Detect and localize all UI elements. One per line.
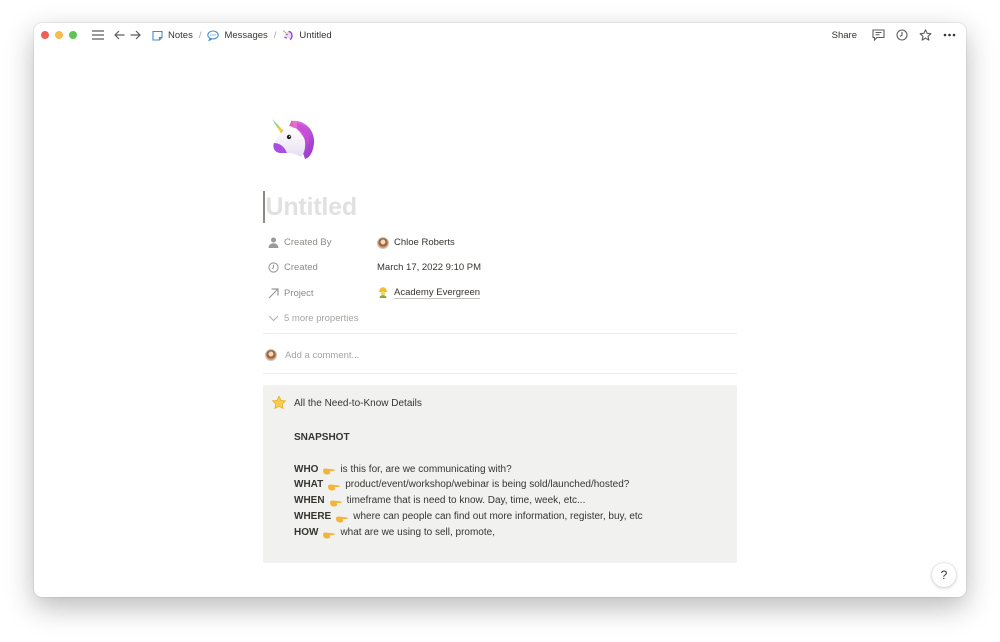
item-key: HOW xyxy=(294,526,319,538)
item-text: is this for, are we communicating with? xyxy=(340,463,512,475)
pointing-hand-icon xyxy=(328,481,340,491)
maximize-window-button[interactable] xyxy=(69,31,77,39)
breadcrumb-untitled[interactable]: Untitled xyxy=(280,28,333,42)
avatar xyxy=(377,236,389,249)
callout-body: SNAPSHOT WHO is this for, are we communi… xyxy=(294,430,643,541)
item-text: where can people can find out more infor… xyxy=(353,510,643,522)
add-comment-input[interactable]: Add a comment... xyxy=(265,347,735,363)
property-created-by: Created By Chloe Roberts xyxy=(263,230,737,255)
text-caret xyxy=(263,191,265,223)
item-text: what are we using to sell, promote, xyxy=(340,526,495,538)
close-window-button[interactable] xyxy=(41,31,49,39)
breadcrumb: Notes / Messages / Untitled xyxy=(149,28,334,42)
more-properties-button[interactable]: 5 more properties xyxy=(263,313,358,325)
list-item: WHERE where can people can find out more… xyxy=(294,509,643,525)
sidebar-menu-icon[interactable] xyxy=(91,30,105,40)
property-value[interactable]: Academy Evergreen xyxy=(377,286,481,301)
project-link[interactable]: Academy Evergreen xyxy=(394,287,481,300)
share-button[interactable]: Share xyxy=(832,30,857,41)
app-window: Notes / Messages / Untitled Share Untitl… xyxy=(34,23,966,597)
forward-arrow-icon[interactable] xyxy=(129,30,141,40)
minimize-window-button[interactable] xyxy=(55,31,63,39)
favorite-star-icon[interactable] xyxy=(919,29,932,41)
item-key: WHERE xyxy=(294,510,332,522)
item-key: WHAT xyxy=(294,479,324,491)
pointing-hand-icon xyxy=(336,513,348,523)
list-item: WHAT product/event/workshop/webinar is b… xyxy=(294,477,643,493)
person-icon xyxy=(267,237,279,249)
property-key[interactable]: Created By xyxy=(263,237,377,249)
pointing-hand-icon xyxy=(323,529,336,539)
notes-page-icon xyxy=(151,29,163,41)
breadcrumb-separator: / xyxy=(273,29,277,41)
item-key: WHO xyxy=(294,463,319,475)
property-key-label: Created xyxy=(284,262,318,274)
chevron-down-icon xyxy=(267,313,279,325)
more-properties-toggle[interactable]: 5 more properties xyxy=(263,306,737,331)
item-key: WHEN xyxy=(294,495,325,507)
breadcrumb-label: Untitled xyxy=(299,29,332,41)
item-text: product/event/workshop/webinar is being … xyxy=(345,479,630,491)
breadcrumb-notes[interactable]: Notes xyxy=(149,28,195,42)
property-value[interactable]: Chloe Roberts xyxy=(377,236,455,249)
back-arrow-icon[interactable] xyxy=(113,30,125,40)
property-key-label: Created By xyxy=(284,237,332,249)
breadcrumb-separator: / xyxy=(198,29,202,41)
divider xyxy=(263,333,737,334)
top-bar: Notes / Messages / Untitled Share xyxy=(34,23,966,47)
callout-block[interactable]: All the Need-to-Know Details SNAPSHOT WH… xyxy=(263,385,737,563)
pointing-hand-icon xyxy=(323,465,336,475)
page-title[interactable]: Untitled xyxy=(266,193,358,222)
unicorn-icon xyxy=(282,29,294,41)
comments-icon[interactable] xyxy=(872,29,885,41)
list-item: WHO is this for, are we communicating wi… xyxy=(294,462,643,478)
avatar xyxy=(265,349,277,361)
title-field[interactable]: Untitled xyxy=(263,190,357,224)
breadcrumb-label: Notes xyxy=(168,29,193,41)
property-key[interactable]: Created xyxy=(263,262,377,274)
window-controls xyxy=(41,31,77,39)
comment-placeholder: Add a comment... xyxy=(285,349,360,361)
divider xyxy=(263,373,737,374)
top-actions: Share xyxy=(832,23,956,47)
item-text: timeframe that is need to know. Day, tim… xyxy=(346,495,586,507)
properties-list: Created By Chloe Roberts Created March 1… xyxy=(263,230,737,331)
property-key[interactable]: Project xyxy=(263,287,377,299)
property-value-text: Chloe Roberts xyxy=(394,237,455,249)
clock-icon xyxy=(267,262,279,274)
construction-worker-emoji-icon xyxy=(377,286,389,301)
more-dots-icon[interactable] xyxy=(943,33,956,37)
speech-bubble-icon xyxy=(207,29,220,41)
star-emoji-icon[interactable] xyxy=(271,395,287,411)
breadcrumb-messages[interactable]: Messages xyxy=(205,28,269,42)
help-button[interactable]: ? xyxy=(932,563,956,587)
list-item: WHEN timeframe that is need to know. Day… xyxy=(294,493,643,509)
breadcrumb-label: Messages xyxy=(224,29,268,41)
property-value[interactable]: March 17, 2022 9:10 PM xyxy=(377,262,481,273)
snapshot-heading: SNAPSHOT xyxy=(294,432,350,443)
property-created: Created March 17, 2022 9:10 PM xyxy=(263,255,737,280)
list-item: HOW what are we using to sell, promote, xyxy=(294,525,643,541)
property-key-label: Project xyxy=(284,287,314,299)
callout-title: All the Need-to-Know Details xyxy=(294,398,422,409)
pointing-hand-icon xyxy=(329,497,342,507)
property-project: Project Academy Evergreen xyxy=(263,281,737,306)
arrow-up-right-icon xyxy=(267,287,279,299)
more-properties-label: 5 more properties xyxy=(284,313,359,325)
history-clock-icon[interactable] xyxy=(896,29,908,41)
unicorn-page-icon[interactable] xyxy=(267,113,321,167)
property-value-text: March 17, 2022 9:10 PM xyxy=(377,262,482,274)
